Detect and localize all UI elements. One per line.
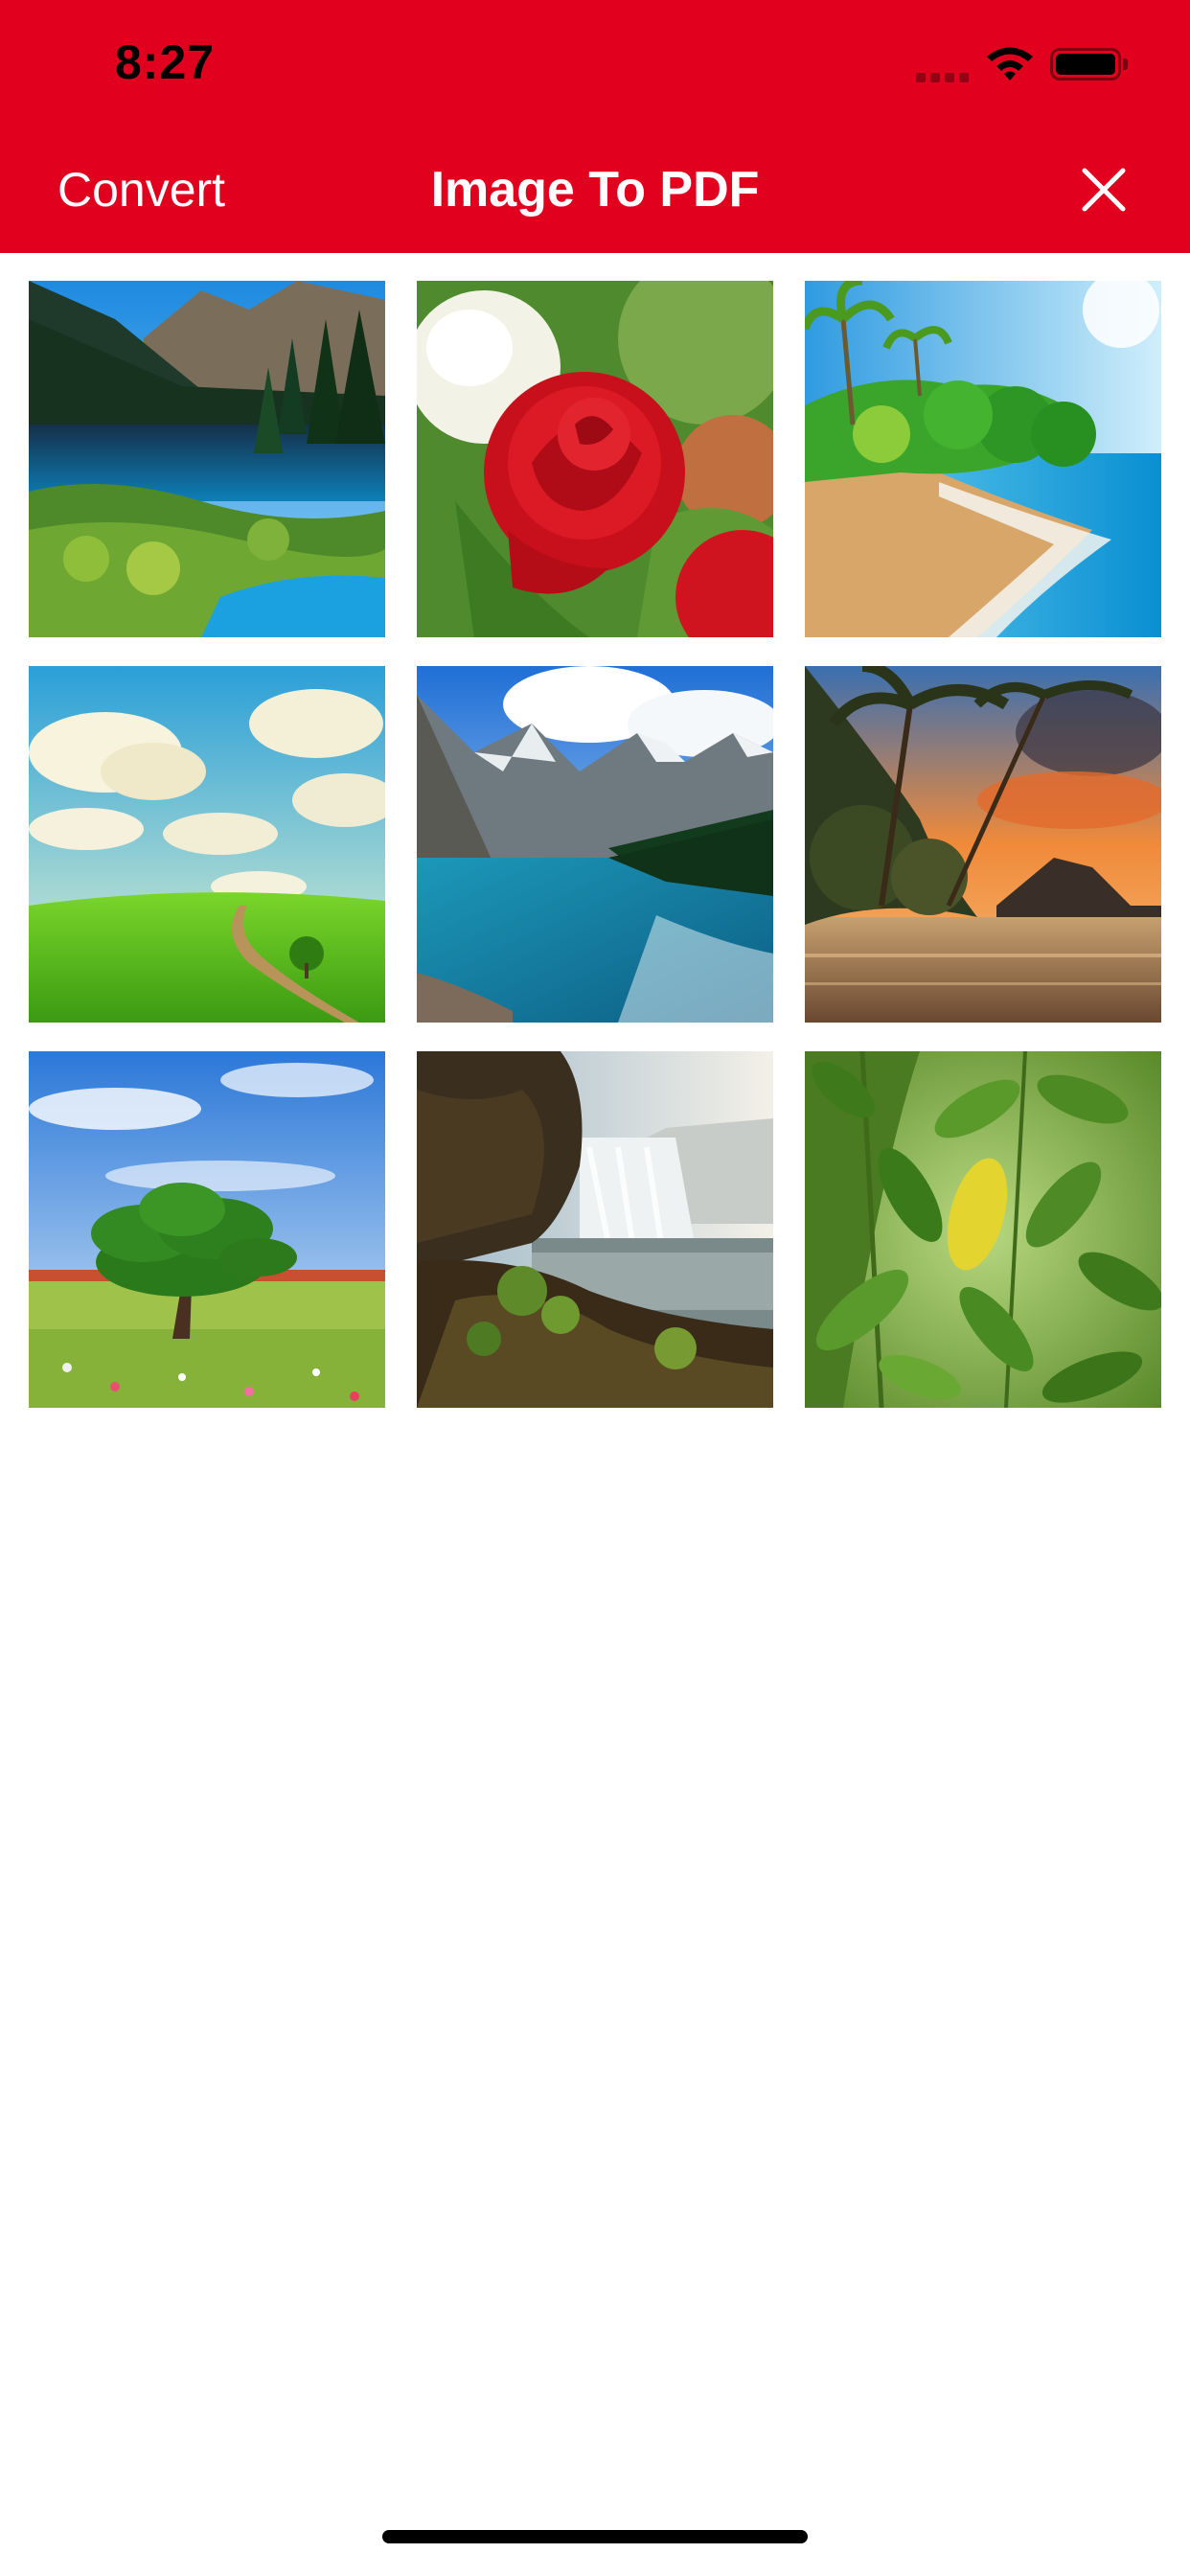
image-grid: [29, 281, 1161, 1408]
green-leaves-image: [805, 1051, 1161, 1408]
lone-tree-image: [29, 1051, 385, 1408]
page-title: Image To PDF: [430, 162, 760, 218]
status-time: 8:27: [115, 35, 216, 89]
image-thumbnail[interactable]: [805, 666, 1161, 1023]
battery-cap: [1123, 58, 1128, 70]
image-thumbnail[interactable]: [417, 1051, 773, 1408]
image-thumbnail[interactable]: [417, 281, 773, 637]
app-header: 8:27 Convert Image To PDF: [0, 0, 1190, 253]
tropical-sunset-image: [805, 666, 1161, 1023]
image-thumbnail[interactable]: [417, 666, 773, 1023]
waterfall-image: [417, 1051, 773, 1408]
battery-icon: [1050, 48, 1121, 80]
wifi-icon: [983, 46, 1037, 84]
cellular-signal-icon: [916, 73, 970, 82]
red-rose-image: [417, 281, 773, 637]
image-thumbnail[interactable]: [29, 1051, 385, 1408]
home-indicator[interactable]: [382, 2530, 808, 2543]
turquoise-lake-image: [417, 666, 773, 1023]
mountain-lake-image: [29, 281, 385, 637]
image-thumbnail[interactable]: [29, 281, 385, 637]
tropical-beach-image: [805, 281, 1161, 637]
image-thumbnail[interactable]: [29, 666, 385, 1023]
image-thumbnail[interactable]: [805, 281, 1161, 637]
close-icon[interactable]: [1075, 161, 1133, 218]
green-meadow-image: [29, 666, 385, 1023]
image-thumbnail[interactable]: [805, 1051, 1161, 1408]
